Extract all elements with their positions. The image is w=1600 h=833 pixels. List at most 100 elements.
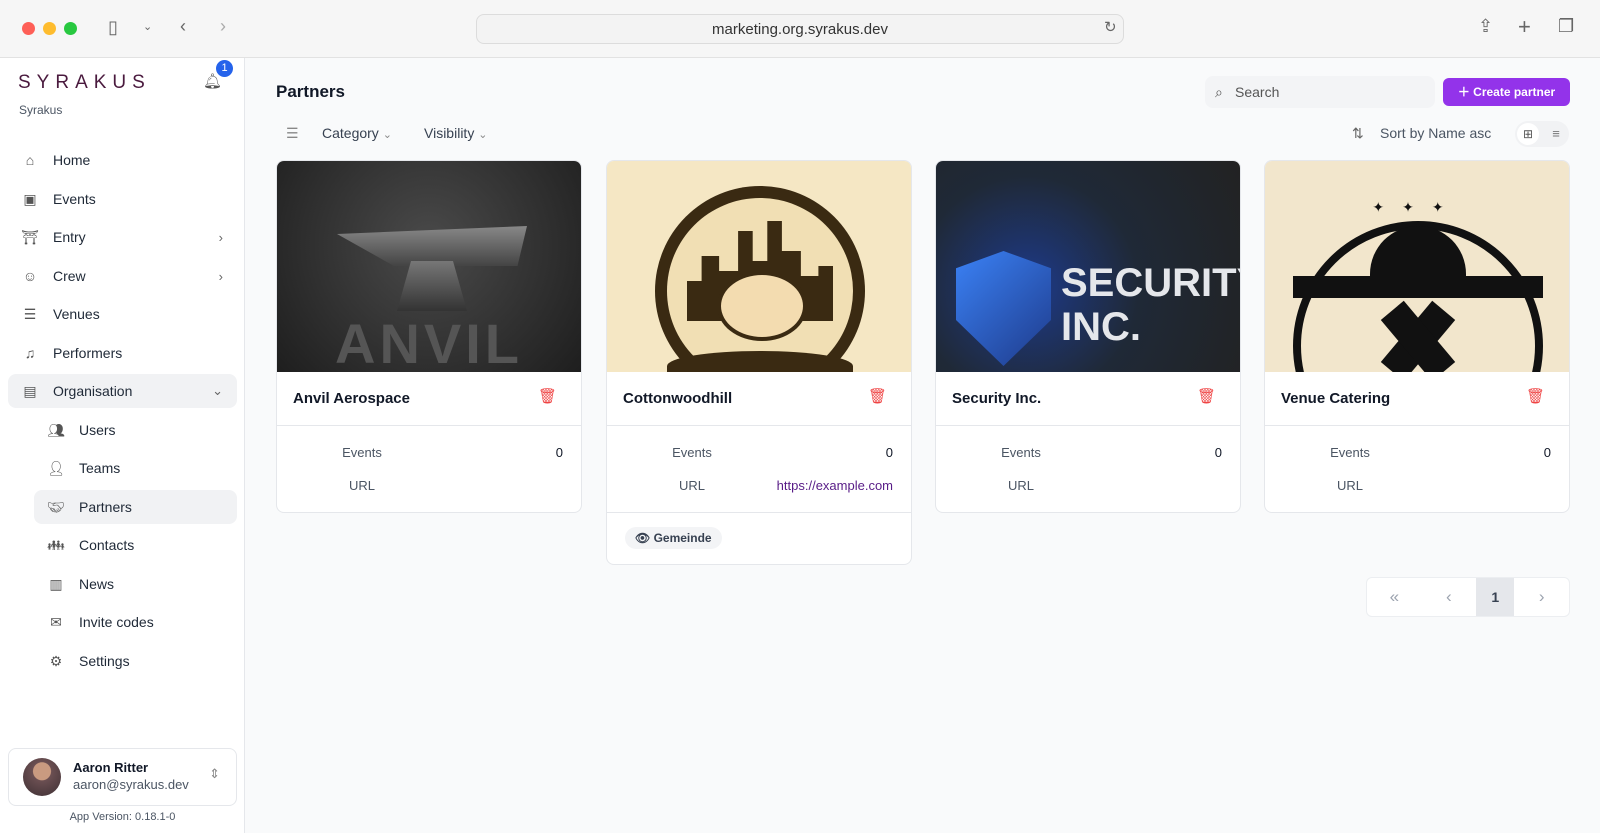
sidebar-item-organisation[interactable]: ▤ Organisation ⌄ — [8, 374, 237, 408]
create-label: Create partner — [1473, 85, 1556, 99]
partner-card[interactable]: SECURITY,INC. Security Inc. 🗑︎ Events 0 UR… — [935, 160, 1241, 513]
reload-icon[interactable]: ↻ — [1104, 18, 1117, 36]
sidebar-item-crew[interactable]: ☺ Crew › — [8, 259, 237, 293]
nav-label: Home — [53, 152, 91, 168]
sort-icon[interactable]: ⇅ — [1352, 125, 1364, 142]
create-partner-button[interactable]: ＋ Create partner — [1443, 78, 1570, 106]
events-label: Events — [1330, 445, 1370, 460]
logo: SYRAKUS — [18, 72, 151, 93]
address-bar[interactable]: marketing.org.syrakus.dev — [476, 14, 1124, 44]
sidebar-item-contacts[interactable]: 👪︎ Contacts — [34, 528, 237, 562]
chevron-down-icon: ⌄ — [478, 129, 488, 141]
nav-label: Contacts — [79, 537, 135, 553]
app-version: App Version: 0.18.1-0 — [69, 811, 176, 823]
partner-card[interactable]: ANVIL Anvil Aerospace 🗑︎ Events 0 URL — [276, 160, 582, 513]
chevron-down-icon[interactable]: ⌄ — [143, 20, 152, 33]
sidebar-item-entry[interactable]: ⛩ Entry › — [8, 220, 237, 254]
prev-page-button[interactable]: ‹ — [1422, 578, 1477, 616]
partner-logo: ✦✦✦ — [1265, 161, 1569, 372]
trash-icon[interactable]: 🗑︎ — [1197, 387, 1216, 405]
events-label: Events — [1001, 445, 1041, 460]
sidebar-item-invite-codes[interactable]: ✉ Invite codes — [34, 605, 237, 639]
partner-name: Security Inc. — [952, 390, 1042, 407]
partner-card[interactable]: Cottonwoodhill 🗑︎ Events 0 URL https://exam… — [606, 160, 912, 565]
view-toggle: ⊞ ≡ — [1515, 121, 1569, 147]
user-menu[interactable]: Aaron Ritter aaron@syrakus.dev ⇕ — [8, 748, 237, 806]
partner-logo: SECURITY,INC. — [936, 161, 1240, 372]
partner-name: Cottonwoodhill — [623, 390, 733, 407]
sidebar-item-settings[interactable]: ⚙ Settings — [34, 644, 237, 678]
sidebar-item-teams[interactable]: 👤︎ Teams — [34, 451, 237, 485]
sidebar-toggle-icon[interactable]: ▯ — [108, 17, 118, 38]
calendar-icon: ▣ — [23, 190, 37, 207]
teams-icon: 👤︎ — [47, 459, 65, 476]
next-page-button[interactable]: › — [1514, 578, 1569, 616]
maximize-window-button[interactable] — [64, 22, 77, 35]
page-title: Partners — [276, 82, 345, 101]
sidebar-item-home[interactable]: ⌂ Home — [8, 143, 237, 177]
org-name: Syrakus — [19, 103, 63, 117]
search-placeholder: Search — [1235, 84, 1280, 100]
nav-label: Settings — [79, 653, 130, 669]
sidebar-item-news[interactable]: ▥ News — [34, 567, 237, 601]
browser-toolbar: ▯ ⌄ ‹ › marketing.org.syrakus.dev ↻ ⇪ + … — [0, 0, 1600, 58]
url-link[interactable]: https://example.com — [777, 478, 893, 493]
back-icon[interactable]: ‹ — [180, 16, 186, 37]
sidebar-item-partners[interactable]: 🤝︎ Partners — [34, 490, 237, 524]
sort-select[interactable]: Sort by Name asc — [1380, 125, 1491, 141]
events-label: Events — [342, 445, 382, 460]
entry-icon: ⛩ — [21, 228, 39, 245]
nav-label: Events — [53, 191, 96, 207]
handshake-icon: 🤝︎ — [47, 498, 65, 515]
forward-icon[interactable]: › — [220, 16, 226, 37]
nav-label: Performers — [53, 345, 123, 361]
visibility-tag: 👁︎ Gemeinde — [625, 527, 722, 549]
share-icon[interactable]: ⇪ — [1478, 16, 1493, 37]
close-window-button[interactable] — [22, 22, 35, 35]
sidebar: SYRAKUS Syrakus 🔔︎ 1 ⌂ Home ▣ Events ⛩ Entr… — [0, 58, 245, 833]
building-icon: ▤ — [23, 382, 37, 399]
chevron-down-icon: ⌄ — [382, 129, 392, 141]
first-page-button[interactable]: « — [1367, 578, 1422, 616]
chevron-right-icon: › — [218, 268, 223, 284]
trash-icon[interactable]: 🗑︎ — [1526, 387, 1545, 405]
url-label: URL — [1007, 478, 1034, 493]
trash-icon[interactable]: 🗑︎ — [538, 387, 557, 405]
partner-card[interactable]: ✦✦✦ Venue Catering 🗑︎ Events 0 URL — [1264, 160, 1570, 513]
mail-icon: ✉ — [50, 613, 62, 630]
events-count: 0 — [1214, 445, 1222, 460]
nav-label: Users — [79, 422, 116, 438]
page-button-current[interactable]: 1 — [1476, 578, 1515, 616]
search-input[interactable]: ⌕ Search — [1205, 76, 1435, 108]
nav-label: News — [79, 576, 115, 592]
url-label: URL — [348, 478, 375, 493]
category-filter[interactable]: Category ⌄ — [322, 125, 392, 141]
url-label: URL — [678, 478, 705, 493]
chevron-down-icon: ⌄ — [212, 383, 223, 398]
visibility-filter[interactable]: Visibility ⌄ — [424, 125, 487, 141]
list-view-icon[interactable]: ≡ — [1545, 123, 1567, 145]
trash-icon[interactable]: 🗑︎ — [868, 387, 887, 405]
sidebar-item-users[interactable]: 👥︎ Users — [34, 413, 237, 447]
eye-icon: 👁︎ — [635, 531, 654, 545]
nav-label: Entry — [53, 229, 86, 245]
nav-label: Crew — [53, 268, 86, 284]
new-tab-icon[interactable]: + — [1518, 14, 1531, 40]
nav-label: Venues — [53, 306, 100, 322]
search-icon: ⌕ — [1215, 84, 1223, 100]
partner-logo — [607, 161, 911, 372]
grid-view-icon[interactable]: ⊞ — [1517, 123, 1539, 145]
home-icon: ⌂ — [25, 152, 35, 168]
tag-label: Gemeinde — [653, 531, 712, 545]
filter-icon[interactable]: ☰ — [286, 125, 299, 142]
user-name: Aaron Ritter — [73, 760, 149, 775]
sidebar-item-venues[interactable]: ☰ Venues — [8, 297, 237, 331]
minimize-window-button[interactable] — [43, 22, 56, 35]
sidebar-item-events[interactable]: ▣ Events — [8, 182, 237, 216]
sidebar-item-performers[interactable]: ♫ Performers — [8, 336, 237, 370]
chevron-right-icon: › — [218, 229, 223, 245]
users-icon: 👥︎ — [47, 421, 65, 438]
tabs-overview-icon[interactable]: ❐ — [1558, 16, 1574, 37]
gear-icon: ⚙ — [49, 652, 63, 669]
url-text: marketing.org.syrakus.dev — [712, 21, 888, 38]
